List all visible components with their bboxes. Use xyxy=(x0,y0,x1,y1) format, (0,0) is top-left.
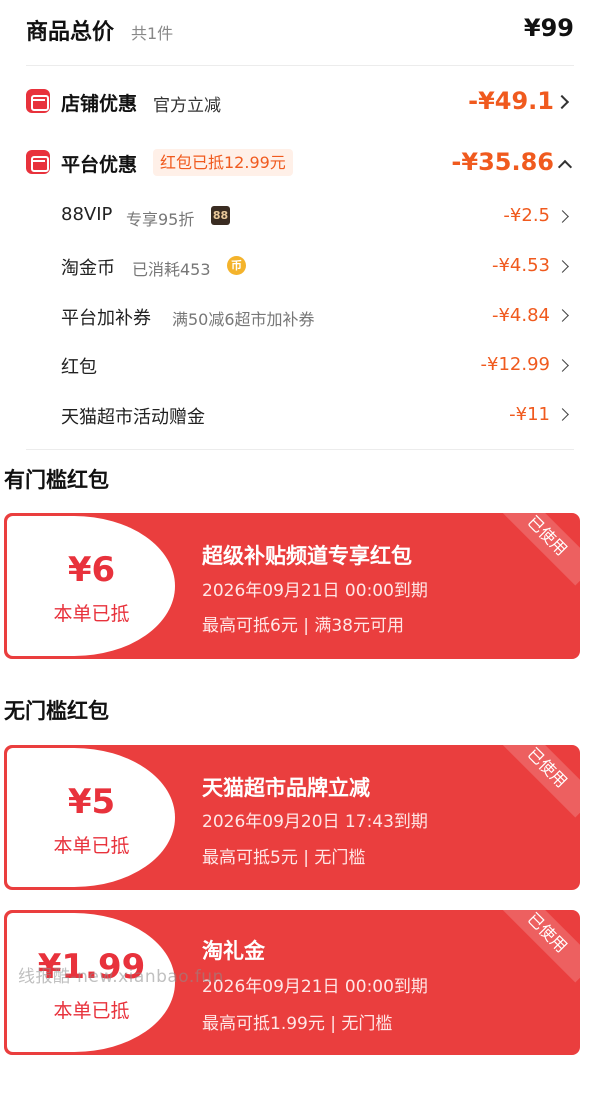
coupon-card[interactable]: ¥5 本单已抵 天猫超市品牌立减 2026年09月20日 17:43到期 最高可… xyxy=(4,745,580,890)
sub-item-amount: -¥2.5 xyxy=(503,205,550,226)
coupon-title: 超级补贴频道专享红包 xyxy=(202,544,412,568)
sub-item-label: 88VIP xyxy=(61,204,113,225)
total-title: 商品总价 xyxy=(26,20,115,45)
used-stamp: 已使用 xyxy=(497,513,580,586)
sub-item-amount: -¥12.99 xyxy=(480,354,550,375)
store-discount-sub: 官方立减 xyxy=(153,96,221,116)
store-discount-amount: -¥49.1 xyxy=(468,87,554,115)
sub-item-hint: 已消耗453 xyxy=(132,260,211,279)
store-icon xyxy=(26,89,50,113)
coupon-expire: 2026年09月20日 17:43到期 xyxy=(202,812,428,832)
used-stamp: 已使用 xyxy=(497,910,580,983)
coupon-applied-label: 本单已抵 xyxy=(53,603,130,625)
platform-discount-label: 平台优惠 xyxy=(61,154,138,176)
chevron-up-icon xyxy=(557,159,573,175)
divider xyxy=(26,449,574,450)
chevron-right-icon xyxy=(554,94,570,110)
sub-item-label: 平台加补券 xyxy=(61,308,151,329)
coupon-rules: 最高可抵5元 | 无门槛 xyxy=(202,848,366,868)
coin-icon: 币 xyxy=(227,256,246,275)
vip-badge-icon: 88 xyxy=(211,206,230,225)
total-price: ¥99 xyxy=(523,14,574,42)
sub-item-amount: -¥4.53 xyxy=(491,255,550,276)
coupon-rules: 最高可抵6元 | 满38元可用 xyxy=(202,616,404,636)
coupon-title: 天猫超市品牌立减 xyxy=(202,776,370,800)
sub-item-hint: 满50减6超市加补券 xyxy=(172,310,315,329)
chevron-right-icon xyxy=(556,260,569,273)
chevron-right-icon xyxy=(556,359,569,372)
watermark: 线报酷-new.xianbao.fun xyxy=(18,967,224,987)
threshold-section-title: 有门槛红包 xyxy=(4,468,109,492)
sub-item-amount: -¥4.84 xyxy=(491,305,550,326)
sub-item-label: 天猫超市活动赠金 xyxy=(61,407,205,428)
item-count: 共1件 xyxy=(131,24,174,43)
redpack-tag: 红包已抵12.99元 xyxy=(153,149,293,176)
chevron-right-icon xyxy=(556,309,569,322)
coupon-applied-label: 本单已抵 xyxy=(53,835,130,857)
sub-item-label: 红包 xyxy=(61,357,97,378)
coupon-applied-label: 本单已抵 xyxy=(53,1000,130,1022)
coupon-card[interactable]: ¥6 本单已抵 超级补贴频道专享红包 2026年09月21日 00:00到期 最… xyxy=(4,513,580,659)
sub-item-hint: 专享95折 xyxy=(126,210,195,229)
coupon-rules: 最高可抵1.99元 | 无门槛 xyxy=(202,1014,393,1034)
store-discount-label: 店铺优惠 xyxy=(61,93,138,115)
platform-icon xyxy=(26,150,50,174)
coupon-expire: 2026年09月21日 00:00到期 xyxy=(202,977,428,997)
chevron-right-icon xyxy=(556,408,569,421)
coupon-title: 淘礼金 xyxy=(202,939,265,963)
coupon-value: ¥5 xyxy=(67,782,116,822)
no-threshold-section-title: 无门槛红包 xyxy=(4,699,109,723)
chevron-right-icon xyxy=(556,210,569,223)
coupon-value: ¥6 xyxy=(67,550,116,590)
divider xyxy=(26,65,574,66)
used-stamp: 已使用 xyxy=(497,745,580,818)
sub-item-label: 淘金币 xyxy=(61,258,115,279)
sub-item-amount: -¥11 xyxy=(509,404,550,425)
platform-discount-amount: -¥35.86 xyxy=(451,148,554,176)
coupon-expire: 2026年09月21日 00:00到期 xyxy=(202,581,428,601)
